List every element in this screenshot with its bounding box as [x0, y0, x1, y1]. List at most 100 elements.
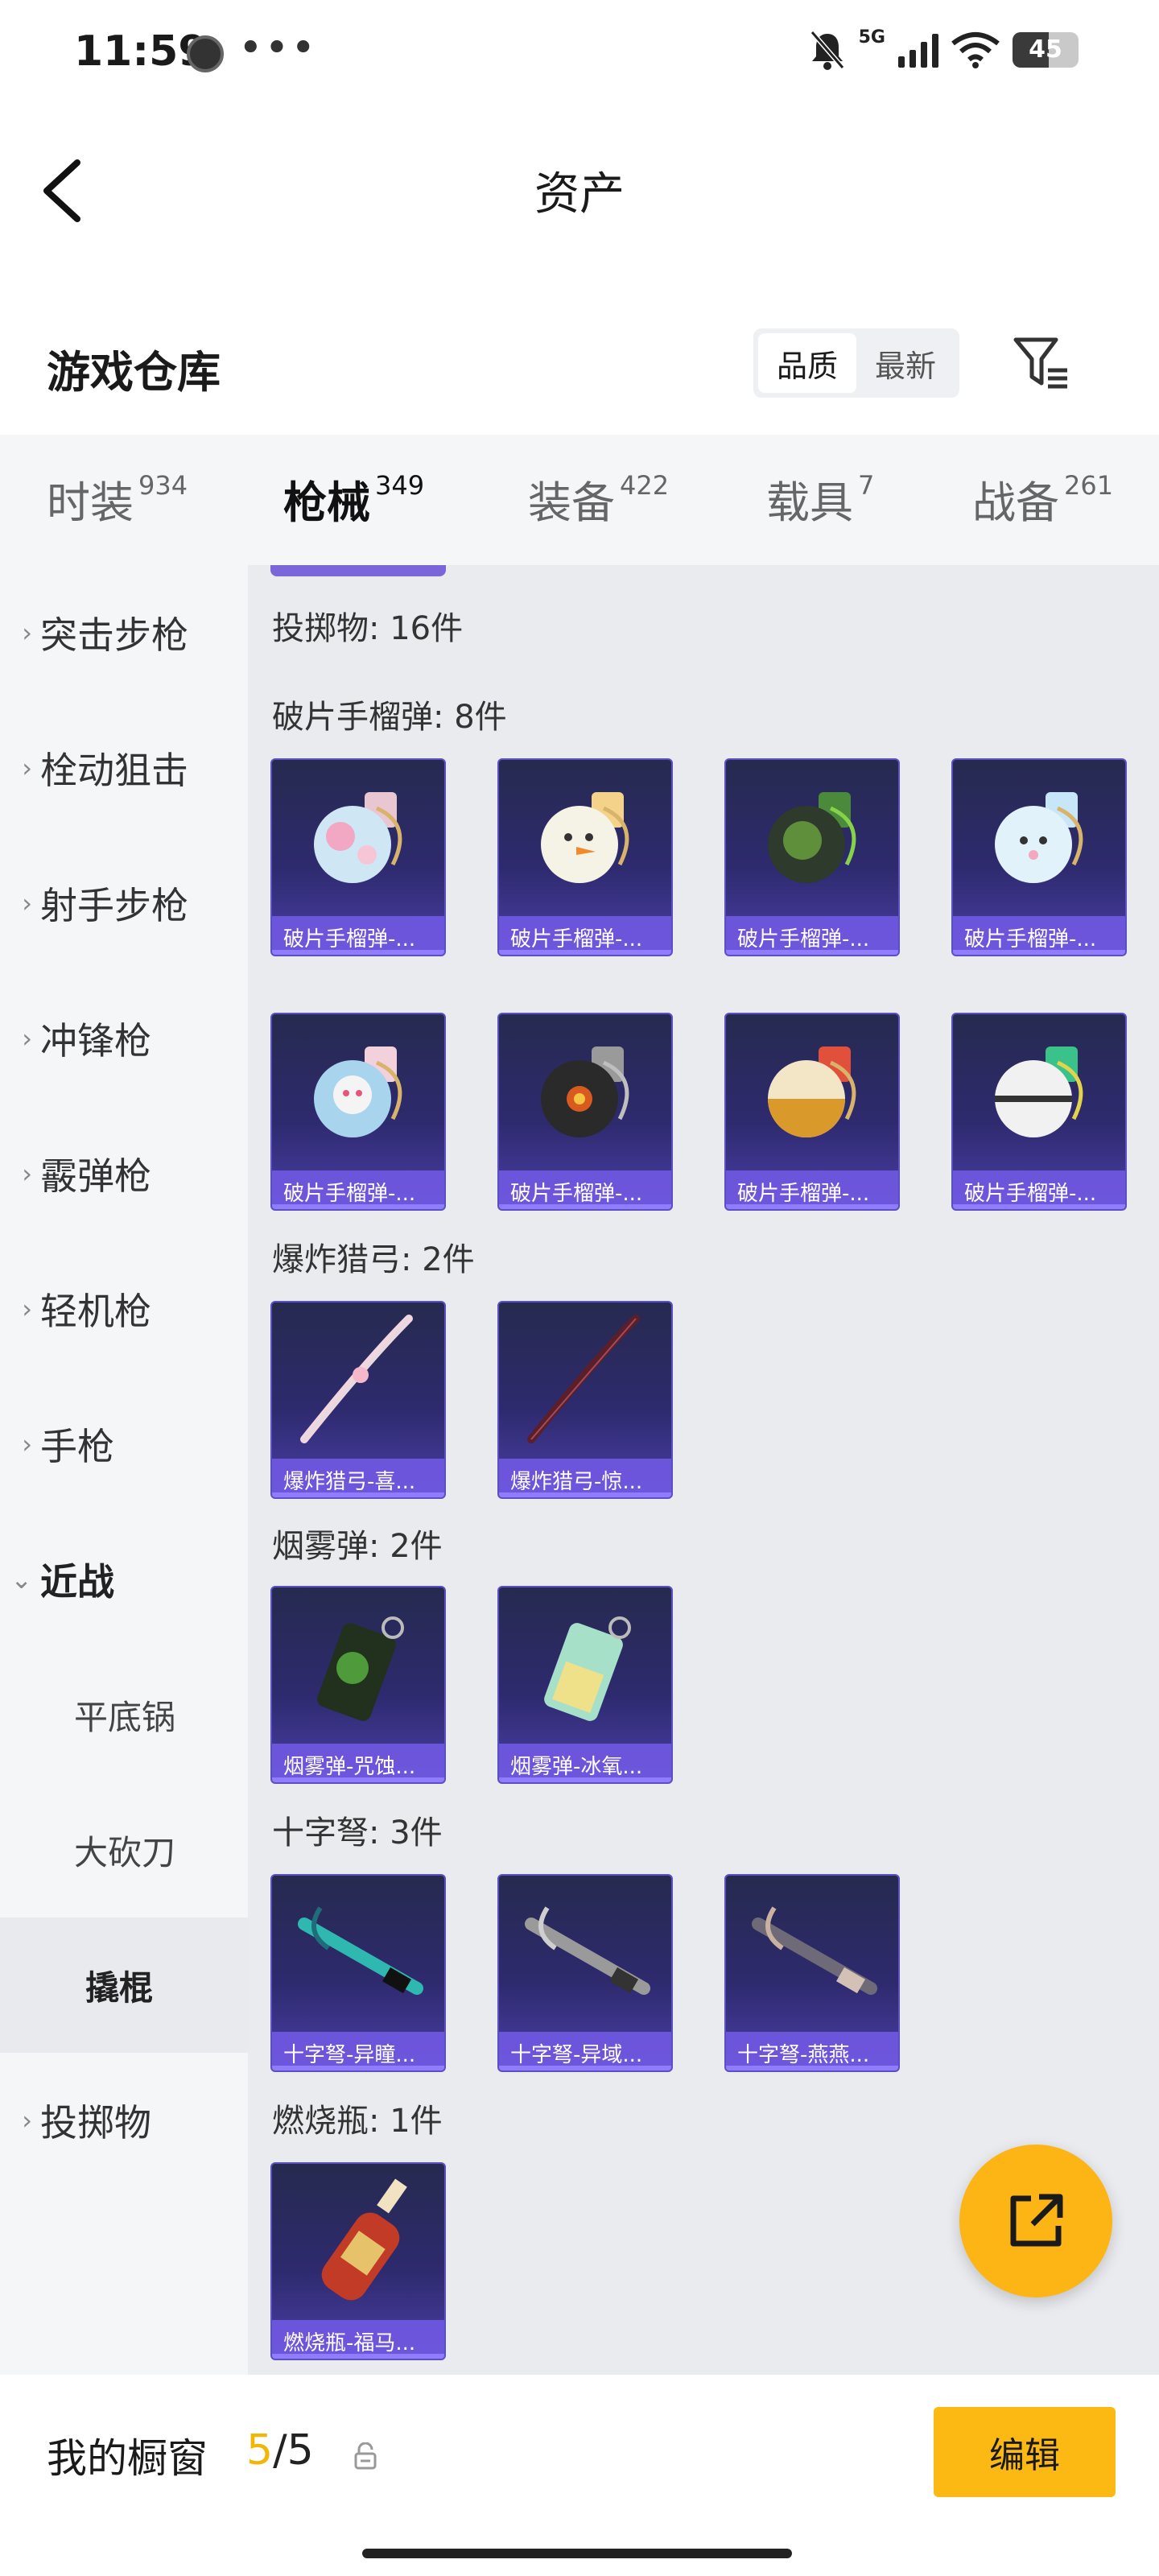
category-tabs: 时装 934 枪械 349 装备 422 载具 7 战备 261: [0, 435, 1159, 576]
section-title-throwables: 投掷物: 16件: [272, 610, 464, 647]
filter-icon[interactable]: [1011, 333, 1070, 393]
item-name: 破片手榴弹-...: [726, 1170, 898, 1209]
item-card[interactable]: 破片手榴弹-...: [951, 758, 1127, 956]
molotov-image: [321, 2178, 407, 2301]
item-card[interactable]: 烟雾弹-咒蚀...: [270, 1586, 446, 1784]
item-card[interactable]: 爆炸猎弓-惊...: [497, 1301, 673, 1499]
sidebar-subitem-frying-pan[interactable]: 平底锅: [0, 1647, 248, 1782]
item-name: 破片手榴弹-...: [499, 1170, 671, 1209]
tab-count: 261: [1064, 470, 1114, 501]
chevron-right-icon: ›: [22, 888, 32, 919]
sidebar-subitem-machete[interactable]: 大砍刀: [0, 1782, 248, 1918]
showcase-bar: 我的橱窗 5/5 编辑: [0, 2375, 1159, 2576]
sidebar-item-pistol[interactable]: › 手枪: [0, 1377, 248, 1512]
sidebar-item-marksman-rifle[interactable]: › 射手步枪: [0, 836, 248, 971]
sidebar-item-bolt-sniper[interactable]: › 栓动狙击: [0, 700, 248, 836]
tab-fashion[interactable]: 时装 934: [47, 467, 188, 530]
item-card[interactable]: 破片手榴弹-...: [724, 1013, 900, 1211]
external-link-icon: [1010, 2194, 1063, 2247]
item-card[interactable]: 破片手榴弹-...: [497, 1013, 673, 1211]
item-card[interactable]: 燃烧瓶-福马...: [270, 2162, 446, 2360]
status-bar: 11:59 ••• 5G 45: [0, 0, 1159, 105]
chevron-right-icon: ›: [22, 1429, 32, 1459]
group-title-smoke-grenade: 烟雾弹: 2件: [272, 1528, 443, 1565]
tab-label: 战备: [972, 477, 1059, 528]
frag-grenade-image: [995, 1046, 1083, 1137]
tab-vehicles[interactable]: 载具 7: [766, 467, 874, 530]
sort-toggle: 品质 最新: [753, 328, 959, 398]
item-card[interactable]: 十字弩-燕燕...: [724, 1874, 900, 2072]
tab-equipment[interactable]: 装备 422: [528, 467, 669, 530]
previous-card-edge: [270, 565, 446, 576]
showcase-count: 5/5: [246, 2426, 314, 2475]
frag-grenade-image: [314, 1046, 402, 1137]
group-title-explosive-bow: 爆炸猎弓: 2件: [272, 1241, 475, 1278]
item-card[interactable]: 破片手榴弹-...: [270, 758, 446, 956]
frag-grenade-image: [314, 792, 402, 883]
item-name: 破片手榴弹-...: [953, 916, 1125, 955]
home-indicator[interactable]: [362, 2549, 792, 2558]
item-grid-area[interactable]: 投掷物: 16件 破片手榴弹: 8件 破片手榴弹-... 破片手榴弹-... 破…: [248, 565, 1159, 2376]
sidebar-item-throwables[interactable]: › 投掷物: [0, 2053, 248, 2188]
lock-icon: [354, 2442, 377, 2470]
warehouse-title: 游戏仓库: [47, 347, 221, 398]
sidebar-item-label: 近战: [40, 1560, 114, 1604]
chevron-right-icon: ›: [22, 753, 32, 783]
tab-firearms[interactable]: 枪械 349: [283, 467, 425, 576]
sidebar-item-lmg[interactable]: › 轻机枪: [0, 1241, 248, 1377]
item-card[interactable]: 十字弩-异瞳...: [270, 1874, 446, 2072]
item-name: 破片手榴弹-...: [953, 1170, 1125, 1209]
battery-icon: 45: [1013, 32, 1079, 68]
sidebar-item-smg[interactable]: › 冲锋枪: [0, 971, 248, 1106]
weapon-type-sidebar: › 突击步枪 › 栓动狙击 › 射手步枪 › 冲锋枪 › 霰弹枪 › 轻机枪 ›…: [0, 565, 248, 2376]
crossbow-image: [752, 1906, 877, 1995]
chevron-down-icon: ⌄: [10, 1564, 32, 1595]
sort-by-newest-button[interactable]: 最新: [856, 333, 955, 393]
item-card[interactable]: 十字弩-异域...: [497, 1874, 673, 2072]
group-title-molotov: 燃烧瓶: 1件: [272, 2103, 443, 2140]
sidebar-item-label: 栓动狙击: [40, 749, 188, 792]
item-card[interactable]: 破片手榴弹-...: [270, 1013, 446, 1211]
item-name: 十字弩-异域...: [499, 2032, 671, 2070]
network-type-label: 5G: [858, 27, 885, 47]
smoke-grenade-image: [544, 1616, 631, 1721]
tab-label: 载具: [766, 477, 853, 528]
crossbow-image: [525, 1906, 650, 1995]
sidebar-item-label: 投掷物: [40, 2101, 151, 2145]
item-card[interactable]: 爆炸猎弓-喜...: [270, 1301, 446, 1499]
signal-strength-icon: [898, 32, 938, 68]
sidebar-subitem-crowbar[interactable]: 撬棍: [0, 1918, 248, 2053]
tab-battle-supplies[interactable]: 战备 261: [972, 467, 1113, 530]
edit-button[interactable]: 编辑: [934, 2407, 1116, 2497]
frag-grenade-image: [995, 792, 1083, 883]
sidebar-item-label: 冲锋枪: [40, 1019, 151, 1063]
sidebar-item-label: 射手步枪: [40, 884, 188, 927]
tab-label: 时装: [47, 477, 134, 528]
item-card[interactable]: 破片手榴弹-...: [724, 758, 900, 956]
bell-muted-icon: [810, 31, 844, 70]
tab-count: 349: [375, 470, 425, 501]
frag-grenade-image: [541, 1046, 629, 1137]
item-card[interactable]: 破片手榴弹-...: [497, 758, 673, 956]
crossbow-image: [298, 1906, 423, 1995]
chevron-right-icon: ›: [22, 1294, 32, 1324]
tab-label: 枪械: [283, 477, 370, 528]
item-card[interactable]: 破片手榴弹-...: [951, 1013, 1127, 1211]
showcase-label: 我的橱窗: [47, 2435, 208, 2482]
share-fab-button[interactable]: [959, 2145, 1112, 2297]
sidebar-item-assault-rifle[interactable]: › 突击步枪: [0, 565, 248, 700]
item-name: 十字弩-异瞳...: [272, 2032, 444, 2070]
item-name: 烟雾弹-咒蚀...: [272, 1744, 444, 1782]
sidebar-item-melee[interactable]: ⌄ 近战: [0, 1512, 248, 1647]
sidebar-item-label: 手枪: [40, 1425, 114, 1468]
item-card[interactable]: 烟雾弹-冰氧...: [497, 1586, 673, 1784]
sidebar-item-label: 撬棍: [85, 1967, 154, 2008]
tab-count: 934: [138, 470, 188, 501]
sort-by-quality-button[interactable]: 品质: [758, 333, 856, 393]
sidebar-item-shotgun[interactable]: › 霰弹枪: [0, 1106, 248, 1241]
group-title-frag-grenade: 破片手榴弹: 8件: [272, 699, 507, 736]
chevron-right-icon: ›: [22, 1023, 32, 1054]
tab-label: 装备: [528, 477, 615, 528]
showcase-total-count: /5: [273, 2426, 314, 2475]
item-name: 燃烧瓶-福马...: [272, 2320, 444, 2359]
